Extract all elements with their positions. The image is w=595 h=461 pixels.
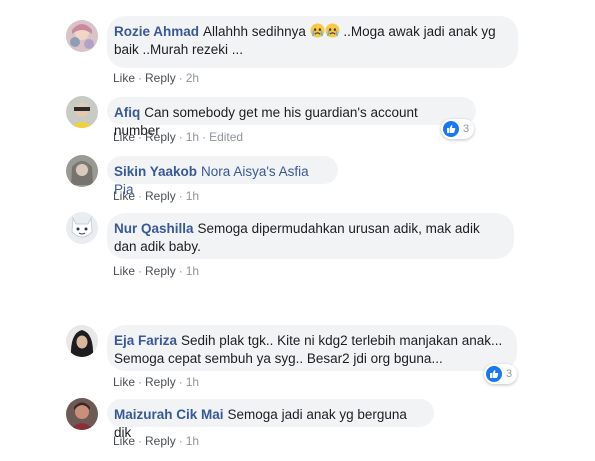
reply-link[interactable]: Reply (145, 434, 176, 448)
comment-bubble: Rozie Ahmad Allahhh sedihnya ..Moga awak … (107, 16, 518, 68)
comment-actions: Like · Reply · 1h (113, 375, 199, 389)
comment-actions: Like · Reply · 2h (113, 71, 199, 85)
avatar[interactable] (66, 96, 98, 128)
like-link[interactable]: Like (113, 434, 135, 448)
avatar[interactable] (66, 325, 98, 357)
separator: · (202, 130, 207, 144)
reply-link[interactable]: Reply (145, 130, 176, 144)
comment-timestamp[interactable]: 1h (186, 189, 199, 203)
comment-timestamp[interactable]: 1h (186, 375, 199, 389)
comment-author[interactable]: Nur Qashilla (114, 221, 194, 236)
crying-face-icon (325, 23, 340, 39)
like-link[interactable]: Like (113, 71, 135, 85)
separator: · (178, 375, 183, 389)
comment-timestamp[interactable]: 1h (186, 434, 199, 448)
avatar[interactable] (66, 20, 98, 52)
reply-link[interactable]: Reply (145, 375, 176, 389)
separator: · (178, 434, 183, 448)
comment-bubble: Nur Qashilla Semoga dipermudahkan urusan … (107, 213, 514, 259)
separator: · (138, 375, 143, 389)
reply-link[interactable]: Reply (145, 264, 176, 278)
comment-author[interactable]: Afiq (114, 105, 140, 120)
comment-timestamp[interactable]: 1h (186, 264, 199, 278)
comment-actions: Like · Reply · 1h · Edited (113, 130, 243, 144)
separator: · (138, 264, 143, 278)
separator: · (138, 130, 143, 144)
comment-bubble: Eja Fariza Sedih plak tgk.. Kite ni kdg2 … (107, 325, 517, 371)
comment-bubble: Maizurah Cik Mai Semoga jadi anak yg berg… (107, 399, 434, 440)
separator: · (178, 189, 183, 203)
comment-actions: Like · Reply · 1h (113, 189, 199, 203)
reaction-summary[interactable]: 3 (441, 119, 475, 139)
avatar[interactable] (66, 398, 98, 430)
separator: · (138, 189, 143, 203)
reply-link[interactable]: Reply (145, 189, 176, 203)
comment-timestamp[interactable]: 1h (186, 130, 199, 144)
separator: · (178, 71, 183, 85)
like-icon (443, 121, 459, 137)
edited-label[interactable]: Edited (209, 130, 243, 144)
separator: · (178, 130, 183, 144)
reaction-summary[interactable]: 3 (484, 364, 518, 384)
avatar[interactable] (66, 212, 98, 244)
comment-actions: Like · Reply · 1h (113, 434, 199, 448)
avatar[interactable] (66, 155, 98, 187)
comment-author[interactable]: Rozie Ahmad (114, 24, 199, 39)
like-link[interactable]: Like (113, 189, 135, 203)
like-icon (486, 366, 502, 382)
comment-bubble: Afiq Can somebody get me his guardian's a… (107, 97, 476, 138)
separator: · (178, 264, 183, 278)
separator: · (138, 71, 143, 85)
reply-link[interactable]: Reply (145, 71, 176, 85)
comment-text: Allahhh sedihnya (203, 24, 310, 39)
comment-author[interactable]: Maizurah Cik Mai (114, 407, 224, 422)
reaction-count: 3 (463, 123, 470, 135)
comment-bubble: Sikin Yaakob Nora Aisya's Asfia Pia (107, 156, 338, 197)
separator: · (138, 434, 143, 448)
like-link[interactable]: Like (113, 264, 135, 278)
like-link[interactable]: Like (113, 375, 135, 389)
like-link[interactable]: Like (113, 130, 135, 144)
comment-actions: Like · Reply · 1h (113, 264, 199, 278)
crying-face-icon (310, 23, 325, 39)
comment-timestamp[interactable]: 2h (186, 71, 199, 85)
comment-author[interactable]: Eja Fariza (114, 333, 177, 348)
comment-author[interactable]: Sikin Yaakob (114, 164, 197, 179)
reaction-count: 3 (506, 368, 513, 380)
